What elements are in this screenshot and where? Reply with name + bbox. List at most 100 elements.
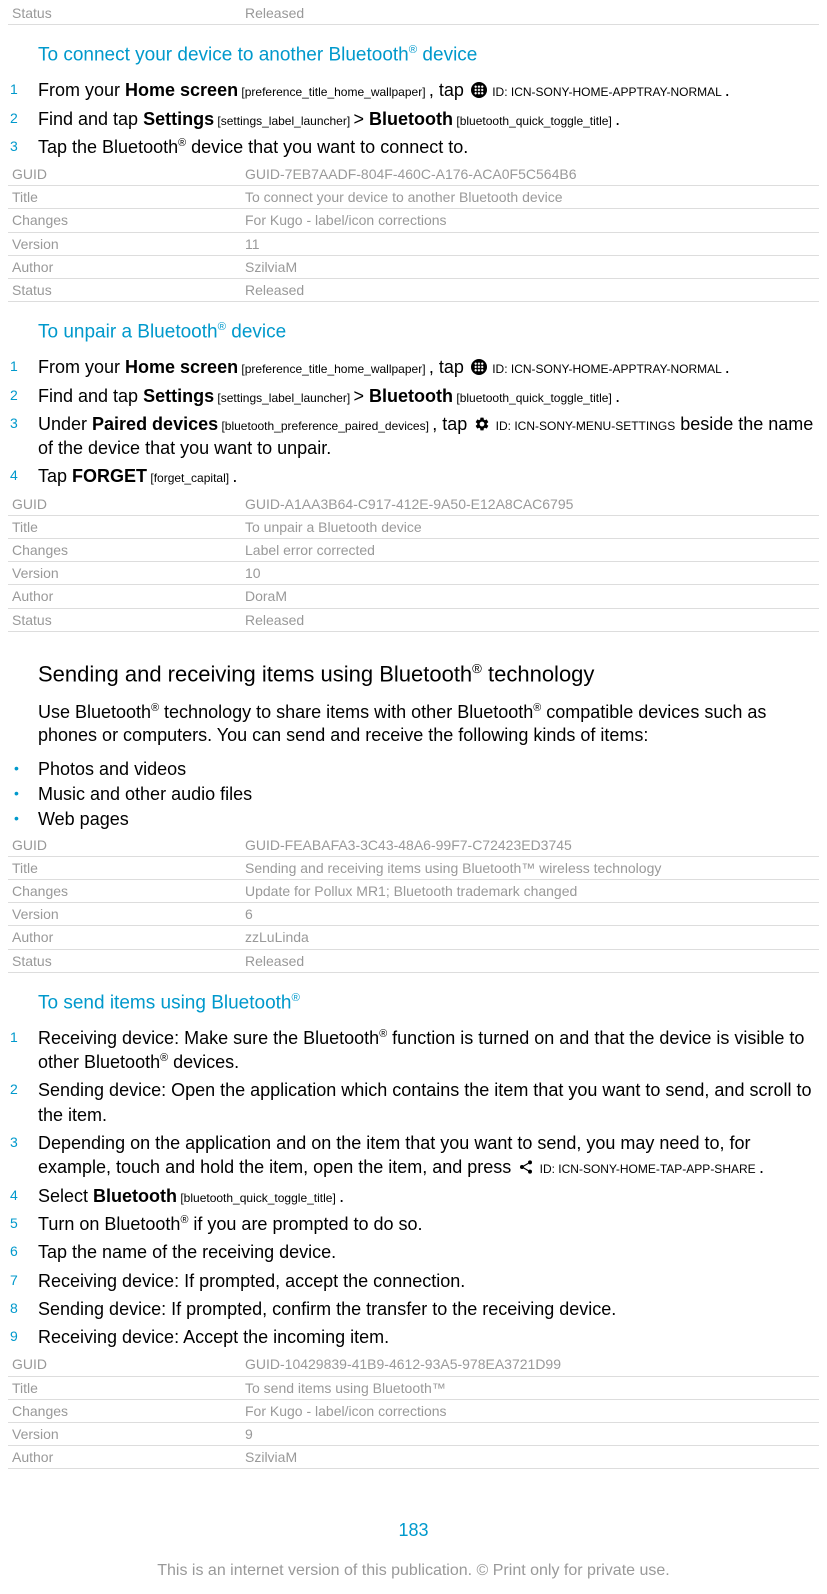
steps-list-unpair: 1 From your Home screen [preference_titl…	[8, 355, 819, 488]
step-number: 1	[10, 80, 18, 99]
annotation: [preference_title_home_wallpaper]	[238, 362, 429, 376]
step-number: 2	[10, 386, 18, 405]
label-bluetooth: Bluetooth	[369, 386, 453, 406]
meta-key: Author	[8, 1446, 241, 1469]
share-icon	[518, 1159, 534, 1175]
apptray-icon	[471, 82, 487, 98]
meta-value: To connect your device to another Blueto…	[241, 186, 819, 209]
meta-value: GUID-FEABAFA3-3C43-48A6-99F7-C72423ED374…	[241, 834, 819, 857]
title-text: Sending and receiving items using Blueto…	[38, 661, 472, 686]
label-bluetooth: Bluetooth	[369, 109, 453, 129]
apptray-icon	[471, 359, 487, 375]
meta-key: Status	[8, 279, 241, 302]
meta-key: Status	[8, 949, 241, 972]
meta-value: Released	[241, 949, 819, 972]
step-number: 9	[10, 1327, 18, 1346]
meta-key: Changes	[8, 539, 241, 562]
step-number: 3	[10, 414, 18, 433]
meta-value: GUID-10429839-41B9-4612-93A5-978EA3721D9…	[241, 1353, 819, 1376]
reg-mark: ®	[218, 321, 226, 333]
paragraph-sending: Use Bluetooth® technology to share items…	[38, 701, 819, 748]
step-item: 2 Find and tap Settings [settings_label_…	[8, 107, 819, 131]
reg-mark: ®	[472, 661, 482, 676]
step-text: .	[232, 466, 237, 486]
step-text: .	[339, 1186, 344, 1206]
meta-key: Status	[8, 608, 241, 631]
step-item: 1 From your Home screen [preference_titl…	[8, 355, 819, 379]
meta-value: To send items using Bluetooth™	[241, 1376, 819, 1399]
para-text: Use Bluetooth	[38, 702, 151, 722]
meta-value: Sending and receiving items using Blueto…	[241, 856, 819, 879]
step-text: Turn on Bluetooth	[38, 1214, 180, 1234]
meta-value: 10	[241, 562, 819, 585]
meta-key: GUID	[8, 163, 241, 186]
footer-text: This is an internet version of this publ…	[8, 1561, 819, 1582]
step-text: Sending device: If prompted, confirm the…	[38, 1299, 616, 1319]
step-item: 2 Find and tap Settings [settings_label_…	[8, 384, 819, 408]
meta-value: To unpair a Bluetooth device	[241, 515, 819, 538]
annotation: [settings_label_launcher]	[214, 391, 353, 405]
bulleted-list: Photos and videos Music and other audio …	[8, 758, 819, 832]
step-number: 3	[10, 137, 18, 156]
annotation: [preference_title_home_wallpaper]	[238, 85, 429, 99]
steps-list-connect: 1 From your Home screen [preference_titl…	[8, 78, 819, 159]
step-text: Receiving device: Accept the incoming it…	[38, 1327, 389, 1347]
meta-value: SzilviaM	[241, 255, 819, 278]
meta-key: GUID	[8, 493, 241, 516]
meta-value: DoraM	[241, 585, 819, 608]
gear-icon	[474, 416, 490, 432]
step-text: if you are prompted to do so.	[188, 1214, 422, 1234]
meta-value: SzilviaM	[241, 1446, 819, 1469]
meta-table-top: Status Released	[8, 2, 819, 25]
meta-value: zzLuLinda	[241, 926, 819, 949]
step-number: 5	[10, 1214, 18, 1233]
step-number: 1	[10, 357, 18, 376]
annotation: [settings_label_launcher]	[214, 114, 353, 128]
meta-value: 11	[241, 232, 819, 255]
meta-table-send: GUIDGUID-10429839-41B9-4612-93A5-978EA37…	[8, 1353, 819, 1469]
step-number: 1	[10, 1028, 18, 1047]
step-number: 7	[10, 1271, 18, 1290]
label-paired-devices: Paired devices	[92, 414, 218, 434]
meta-key: Title	[8, 856, 241, 879]
meta-table-connect: GUIDGUID-7EB7AADF-804F-460C-A176-ACA0F5C…	[8, 163, 819, 302]
step-text: .	[615, 109, 620, 129]
step-text: , tap	[432, 414, 472, 434]
step-text: Tap	[38, 466, 72, 486]
step-text: Find and tap	[38, 386, 143, 406]
meta-key: Version	[8, 903, 241, 926]
reg-mark: ®	[151, 702, 159, 714]
step-number: 8	[10, 1299, 18, 1318]
step-text: Tap the Bluetooth	[38, 137, 178, 157]
step-text: , tap	[429, 80, 469, 100]
step-item: 4 Tap FORGET [forget_capital] .	[8, 464, 819, 488]
step-text: >	[354, 386, 370, 406]
step-number: 4	[10, 1186, 18, 1205]
label-home-screen: Home screen	[125, 80, 238, 100]
step-item: 5 Turn on Bluetooth® if you are prompted…	[8, 1212, 819, 1236]
reg-mark: ®	[379, 1028, 387, 1040]
meta-key: Title	[8, 186, 241, 209]
label-settings: Settings	[143, 386, 214, 406]
step-item: 3 Under Paired devices [bluetooth_prefer…	[8, 412, 819, 461]
meta-key: Author	[8, 926, 241, 949]
meta-value: For Kugo - label/icon corrections	[241, 1399, 819, 1422]
step-number: 2	[10, 1080, 18, 1099]
label-forget: FORGET	[72, 466, 147, 486]
label-home-screen: Home screen	[125, 357, 238, 377]
step-item: 1 Receiving device: Make sure the Blueto…	[8, 1026, 819, 1075]
annotation: [bluetooth_preference_paired_devices]	[218, 419, 432, 433]
step-item: 3 Tap the Bluetooth® device that you wan…	[8, 135, 819, 159]
step-number: 4	[10, 466, 18, 485]
list-item: Music and other audio files	[8, 783, 819, 806]
meta-key: Version	[8, 562, 241, 585]
title-text: To connect your device to another Blueto…	[38, 45, 409, 66]
meta-value: Label error corrected	[241, 539, 819, 562]
step-text: .	[725, 80, 730, 100]
list-item: Web pages	[8, 808, 819, 831]
step-text: .	[615, 386, 620, 406]
meta-row: Status Released	[8, 2, 819, 25]
meta-key: Changes	[8, 209, 241, 232]
title-text: device	[417, 45, 477, 66]
steps-list-send: 1 Receiving device: Make sure the Blueto…	[8, 1026, 819, 1350]
